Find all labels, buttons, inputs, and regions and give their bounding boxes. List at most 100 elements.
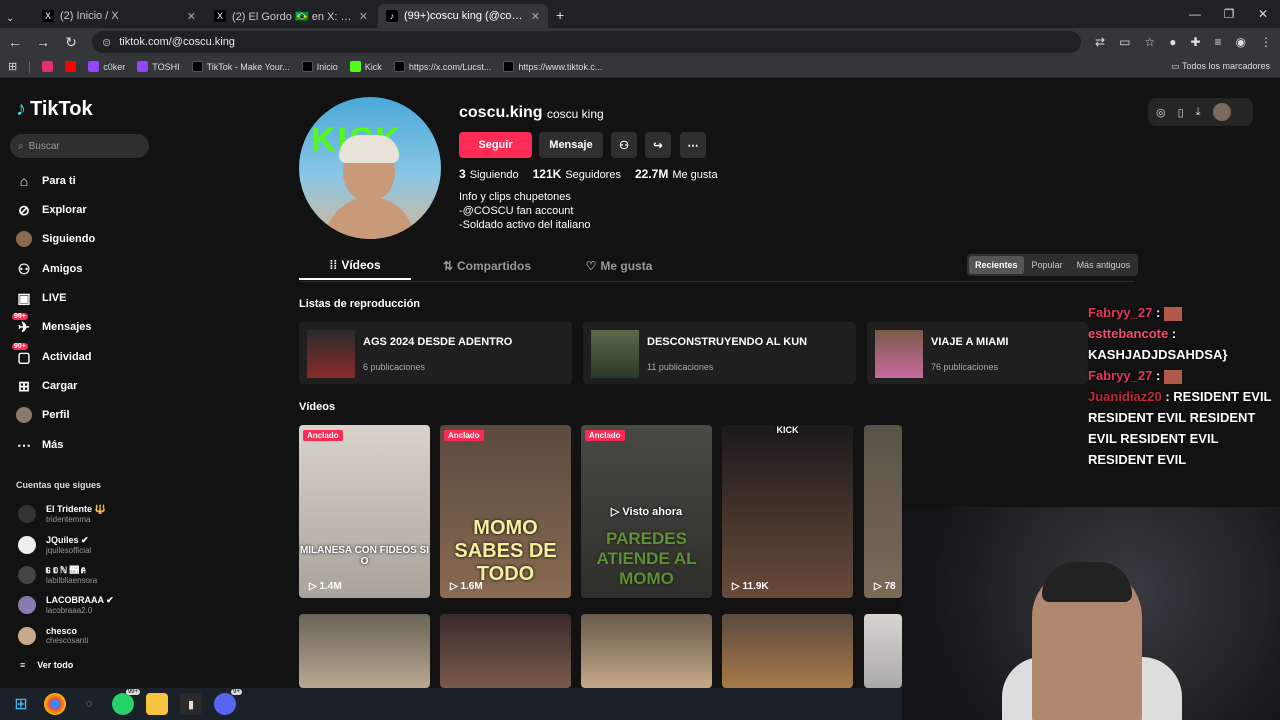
tiktok-logo[interactable]: ♪ TikTok <box>16 98 93 121</box>
profile-icon <box>16 407 32 423</box>
playlist-card[interactable]: DESCONSTRUYENDO AL KUN 11 publicaciones <box>583 322 856 384</box>
extension-icon[interactable]: ● <box>1169 35 1176 49</box>
followers-stat[interactable]: 121K Seguidores <box>533 167 621 181</box>
video-card[interactable] <box>440 614 571 688</box>
sort-mas-antiguos[interactable]: Más antiguos <box>1071 256 1137 274</box>
forward-icon[interactable]: → <box>36 34 50 50</box>
tab-me-gusta[interactable]: ♡ Me gusta <box>563 252 675 280</box>
sidebar-item-mas[interactable]: ⋯ Más <box>16 437 63 453</box>
video-card[interactable]: ▷ 78 <box>864 425 902 598</box>
all-bookmarks-folder[interactable]: ▭ Todos los marcadores <box>1171 61 1270 72</box>
profile-avatar-icon[interactable]: ◉ <box>1236 35 1246 49</box>
browser-tab-3[interactable]: ♪ (99+)coscu king (@coscu.ki ✕ <box>378 4 548 28</box>
bookmark-c0ker[interactable]: c0ker <box>88 61 125 72</box>
bio-line: Info y clips chupetones <box>459 191 571 203</box>
reading-list-icon[interactable]: ≡ <box>1215 35 1222 49</box>
more-options-button[interactable]: ⋯ <box>680 132 706 158</box>
notification-badge: 99+ <box>125 689 140 695</box>
reload-icon[interactable]: ↻ <box>64 34 78 51</box>
translate-icon[interactable]: ⇄ <box>1095 35 1105 49</box>
close-tab-icon[interactable]: ✕ <box>187 10 196 23</box>
see-all-link[interactable]: ≡ Ver todo <box>20 660 73 670</box>
video-card[interactable]: Anclado MILANESA CON FIDEOS SI O ▷ 1.4M <box>299 425 430 598</box>
bookmark-kick[interactable]: Kick <box>349 61 382 72</box>
bookmark-toshi[interactable]: TOSHI <box>137 61 180 72</box>
user-avatar[interactable] <box>1212 103 1231 121</box>
discord-icon[interactable]: 9+ <box>214 689 242 715</box>
browser-tab-2[interactable]: X (2) El Gordo 🇧🇷 en X: "agus?? ✕ <box>206 4 376 28</box>
browser-tab-1[interactable]: X (2) Inicio / X ✕ <box>34 4 204 28</box>
video-card[interactable]: Anclado ▷ Visto ahora PAREDES ATIENDE AL… <box>581 425 712 598</box>
video-card[interactable] <box>864 614 902 688</box>
following-account[interactable]: chesco chescosanti <box>18 626 88 645</box>
likes-count: 22.7M <box>634 167 669 181</box>
tab-title: (99+)coscu king (@coscu.ki <box>404 10 525 22</box>
sidebar-item-para-ti[interactable]: ⌂ Para ti <box>16 173 76 189</box>
avatar-icon <box>16 231 32 247</box>
restore-icon[interactable]: ❐ <box>1212 0 1246 28</box>
tab-compartidos[interactable]: ⇅ Compartidos <box>431 252 543 280</box>
video-card[interactable] <box>722 614 853 688</box>
sidebar-item-siguiendo[interactable]: Siguiendo <box>16 231 95 247</box>
download-icon[interactable]: ⤓ <box>1196 106 1201 119</box>
coin-icon[interactable]: ◎ <box>1156 106 1166 119</box>
close-window-icon[interactable]: ✕ <box>1246 0 1280 28</box>
cast-icon[interactable]: ▭ <box>1119 35 1130 49</box>
apps-grid-icon[interactable]: ⊞ <box>8 60 17 73</box>
message-button[interactable]: Mensaje <box>539 132 603 158</box>
follow-button[interactable]: Seguir <box>459 132 532 158</box>
extensions-puzzle-icon[interactable]: ✚ <box>1190 35 1200 49</box>
suggested-accounts-button[interactable]: ⚇ <box>611 132 637 158</box>
following-stat[interactable]: 3 Siguiendo <box>459 167 519 181</box>
app-icon[interactable]: ◌ <box>78 693 100 715</box>
bookmark-instagram[interactable] <box>42 61 54 72</box>
back-icon[interactable]: ← <box>8 34 22 50</box>
playlist-title: AGS 2024 DESDE ADENTRO <box>363 336 513 348</box>
video-card[interactable] <box>581 614 712 688</box>
bookmark-x-link[interactable]: https://x.com/Lucst... <box>393 61 491 72</box>
playlist-card[interactable]: VIAJE A MIAMI 76 publicaciones <box>867 322 1088 384</box>
video-card[interactable] <box>299 614 430 688</box>
file-explorer-icon[interactable] <box>146 693 168 715</box>
close-tab-icon[interactable]: ✕ <box>359 10 368 23</box>
phone-icon[interactable]: ▯ <box>1178 106 1184 119</box>
sidebar-item-label: Amigos <box>42 263 83 275</box>
tab-search-icon[interactable]: ⌄ <box>6 13 28 24</box>
following-account[interactable]: 𝔾 𝕆 ℕ 𝕑 𝔸labilbliaensora <box>18 565 97 585</box>
windows-start-icon[interactable]: ⊞ <box>10 693 32 715</box>
menu-icon[interactable]: ⋮ <box>1260 35 1272 49</box>
new-tab-button[interactable]: + <box>556 7 564 23</box>
bookmark-tiktok[interactable]: TikTok - Make Your... <box>191 61 290 72</box>
sidebar-item-actividad[interactable]: ▢ 99+ Actividad <box>12 343 92 365</box>
bookmark-inicio[interactable]: Inicio <box>301 61 338 72</box>
sidebar-item-live[interactable]: ▣ LIVE <box>16 290 66 306</box>
sidebar-item-explorar[interactable]: ⊘ Explorar <box>16 202 87 218</box>
playlist-card[interactable]: AGS 2024 DESDE ADENTRO 6 publicaciones <box>299 322 572 384</box>
sort-popular[interactable]: Popular <box>1026 256 1069 274</box>
minimize-icon[interactable]: — <box>1178 0 1212 28</box>
bookmark-youtube[interactable] <box>65 61 77 72</box>
sidebar-item-cargar[interactable]: ⊞ Cargar <box>16 378 77 394</box>
sort-recientes[interactable]: Recientes <box>969 256 1024 274</box>
video-card[interactable]: KICK ▷ 11.9K <box>722 425 853 598</box>
chrome-icon[interactable] <box>44 693 66 715</box>
sidebar-item-perfil[interactable]: Perfil <box>16 407 70 423</box>
following-account[interactable]: El Tridente 🔱 tridentemma <box>18 504 106 524</box>
whatsapp-icon[interactable]: 99+ <box>112 689 140 715</box>
sidebar-item-label: Para ti <box>42 175 76 187</box>
bookmark-tiktok-link[interactable]: https://www.tiktok.c... <box>503 61 602 72</box>
following-account[interactable]: LACOBRAAA ✔ lacobraaa2.0 <box>18 595 114 615</box>
search-input[interactable]: ⌕ Buscar <box>10 134 149 158</box>
tab-videos[interactable]: ⁞⁞ Vídeos <box>299 252 411 280</box>
terminal-icon[interactable]: ▮ <box>180 693 202 715</box>
url-field[interactable]: ⊜ tiktok.com/@coscu.king <box>92 31 1082 53</box>
sidebar-item-amigos[interactable]: ⚇ Amigos <box>16 261 83 277</box>
video-card[interactable]: Anclado MOMO SABES DE TODO ▷ 1.6M <box>440 425 571 598</box>
profile-bio: Info y clips chupetones -@COSCU fan acco… <box>459 190 590 232</box>
sidebar-item-mensajes[interactable]: ✈ 99+ Mensajes <box>12 313 92 335</box>
share-button[interactable]: ↪ <box>645 132 671 158</box>
bookmark-star-icon[interactable]: ☆ <box>1144 35 1155 49</box>
site-info-icon[interactable]: ⊜ <box>102 36 111 49</box>
close-tab-icon[interactable]: ✕ <box>531 10 540 23</box>
following-account[interactable]: JQuiles ✔ jquilesofficial <box>18 535 91 555</box>
